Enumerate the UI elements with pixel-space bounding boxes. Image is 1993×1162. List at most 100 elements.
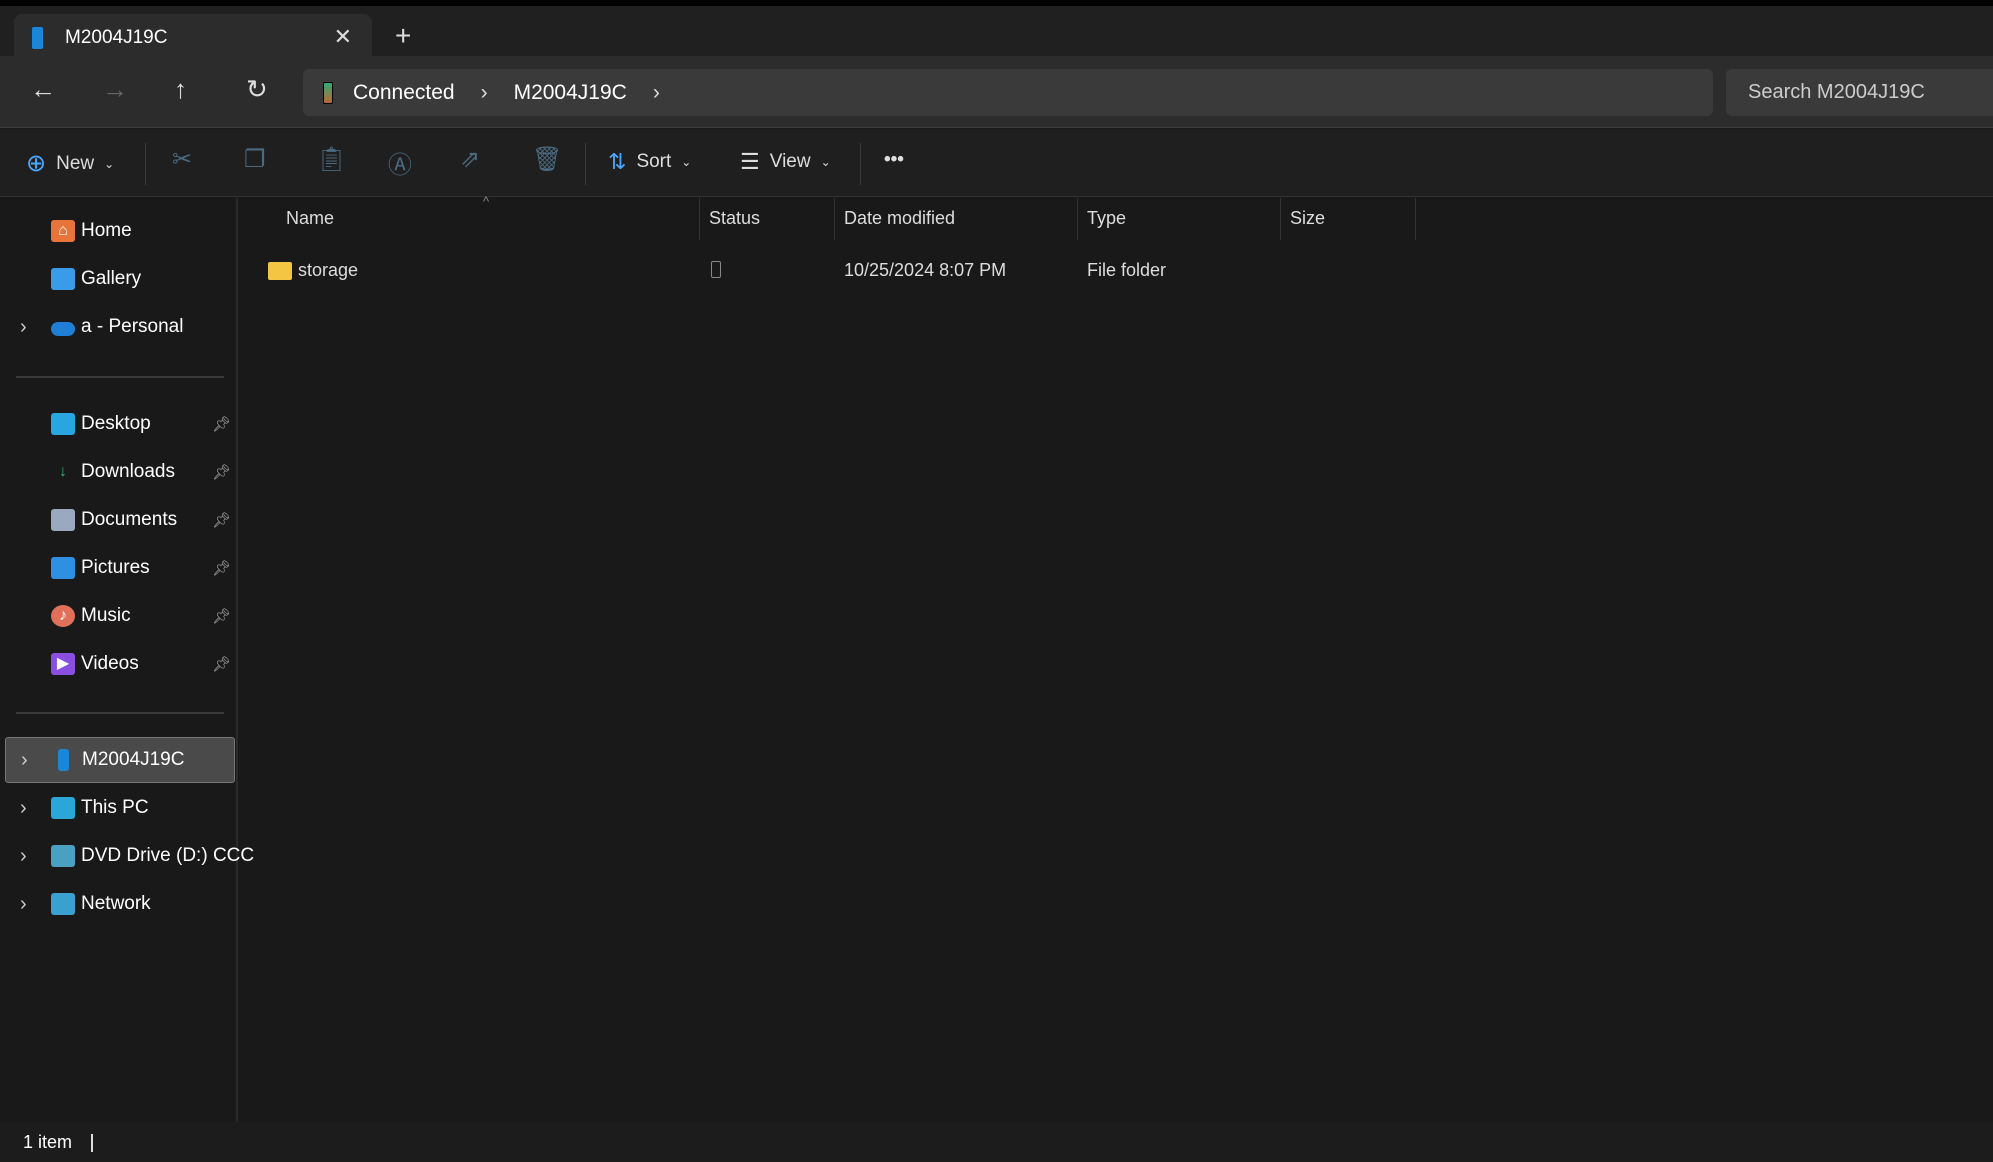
pin-icon[interactable]: 📌︎ [212,655,231,673]
column-divider[interactable] [699,198,700,240]
cut-icon[interactable]: ✂ [172,145,192,174]
up-button[interactable]: ↑ [174,74,187,105]
folder-icon [268,262,292,280]
chevron-right-icon[interactable]: › [20,845,27,868]
chevron-down-icon: ⌄ [681,155,692,169]
sidebar-item-desktop[interactable]: Desktop 📌︎ [0,401,238,447]
chevron-right-icon[interactable]: › [481,81,488,105]
sidebar-item-label: Downloads [81,461,175,482]
column-divider[interactable] [834,198,835,240]
chevron-right-icon[interactable]: › [20,797,27,820]
column-divider[interactable] [1280,198,1281,240]
sidebar-divider [16,712,224,714]
sidebar-item-downloads[interactable]: ↓ Downloads 📌︎ [0,449,238,495]
chevron-right-icon[interactable]: › [21,749,28,772]
pin-icon[interactable]: 📌︎ [212,511,231,529]
sidebar-item-label: a - Personal [81,316,184,337]
sidebar-item-videos[interactable]: ▶ Videos 📌︎ [0,641,238,687]
address-bar[interactable]: Connected › M2004J19C › [303,69,1713,116]
available-on-device-icon [711,261,721,278]
phone-icon [32,27,43,49]
sidebar-item-m2004j19c[interactable]: › M2004J19C [5,737,235,783]
column-header-status[interactable]: Status [709,208,760,229]
sidebar-item-label: M2004J19C [82,749,185,770]
sidebar-item-music[interactable]: ♪ Music 📌︎ [0,593,238,639]
sidebar-item-label: Desktop [81,413,151,434]
copy-icon[interactable]: ❐ [244,145,266,174]
pin-icon[interactable]: 📌︎ [212,415,231,433]
videos-icon: ▶ [51,653,75,675]
sidebar-divider [16,376,224,378]
divider [145,143,146,185]
rename-icon[interactable]: Ⓐ [388,145,412,180]
sidebar-item-label: Network [81,893,151,914]
sidebar-item-label: DVD Drive (D:) CCC [81,845,255,866]
sidebar-item-label: This PC [81,797,149,818]
view-button[interactable]: ☰ View ⌄ [740,149,831,175]
pin-icon[interactable]: 📌︎ [212,607,231,625]
tab-title: M2004J19C [65,27,168,48]
new-button[interactable]: ⊕ New ⌄ [26,149,114,178]
documents-icon [51,509,75,531]
onedrive-icon [51,322,75,336]
pc-icon [51,797,75,819]
navigation-pane: ⌂ Home Gallery › a - Personal Desktop 📌︎ ↓ Downl… [0,198,254,1122]
share-icon[interactable]: ⇗ [460,145,480,174]
search-input[interactable]: Search M2004J19C [1726,69,1993,116]
sidebar-item-network[interactable]: › Network [0,881,238,927]
breadcrumb-connected[interactable]: Connected [353,81,455,105]
column-divider[interactable] [1415,198,1416,240]
view-label: View [769,151,811,172]
new-tab-button[interactable]: + [395,20,411,52]
column-header-size[interactable]: Size [1290,208,1325,229]
sort-button[interactable]: ⇅ Sort ⌄ [608,149,691,175]
file-type: File folder [1087,260,1167,280]
file-name: storage [298,260,359,280]
column-header-type[interactable]: Type [1087,208,1126,229]
tab-m2004j19c[interactable]: M2004J19C ✕ [14,14,372,62]
sidebar-item-label: Pictures [81,557,150,578]
item-count: 1 item [23,1132,73,1152]
chevron-right-icon[interactable]: › [20,316,27,339]
dvd-icon [51,845,75,867]
pictures-icon [51,557,75,579]
column-header-date[interactable]: Date modified [844,208,955,229]
more-options-button[interactable]: ••• [884,149,904,171]
refresh-button[interactable]: ↻ [246,74,268,105]
sidebar-item-this-pc[interactable]: › This PC [0,785,238,831]
sidebar-item-pictures[interactable]: Pictures 📌︎ [0,545,238,591]
sort-label: Sort [636,151,672,172]
status-bar: 1 item [0,1122,1993,1162]
pin-icon[interactable]: 📌︎ [212,463,231,481]
chevron-right-icon[interactable]: › [653,81,660,105]
close-icon[interactable]: ✕ [334,24,352,50]
sidebar-item-dvd-drive-d-ccc[interactable]: › DVD Drive (D:) CCC [0,833,254,879]
sidebar-item-label: Gallery [81,268,142,289]
file-date: 10/25/2024 8:07 PM [844,260,1007,280]
divider [860,143,861,185]
sidebar-item-documents[interactable]: Documents 📌︎ [0,497,238,543]
chevron-right-icon[interactable]: › [20,893,27,916]
paste-icon[interactable]: 📋︎ [316,145,346,174]
music-icon: ♪ [51,605,75,627]
sidebar-item-a-personal[interactable]: › a - Personal [0,304,238,350]
sort-icon: ⇅ [608,149,627,174]
column-header-name[interactable]: Name [286,208,334,229]
back-button[interactable]: ← [30,74,56,105]
tab-bar: M2004J19C ✕ + [0,0,1993,62]
desktop-icon [51,413,75,435]
forward-button[interactable]: → [102,74,128,105]
navigation-bar: ← → ↑ ↻ Connected › M2004J19C › Search M… [0,56,1993,128]
divider [585,143,586,185]
sidebar-item-home[interactable]: ⌂ Home [0,208,238,254]
sidebar-item-gallery[interactable]: Gallery [0,256,238,302]
delete-icon[interactable]: 🗑︎ [532,145,562,174]
plus-circle-icon: ⊕ [26,150,47,177]
column-divider[interactable] [1077,198,1078,240]
divider [91,1134,94,1153]
sidebar-item-label: Documents [81,509,178,530]
home-icon: ⌂ [51,220,75,242]
breadcrumb-device[interactable]: M2004J19C [514,81,627,105]
sort-ascending-icon: ^ [483,194,490,209]
pin-icon[interactable]: 📌︎ [212,559,231,577]
